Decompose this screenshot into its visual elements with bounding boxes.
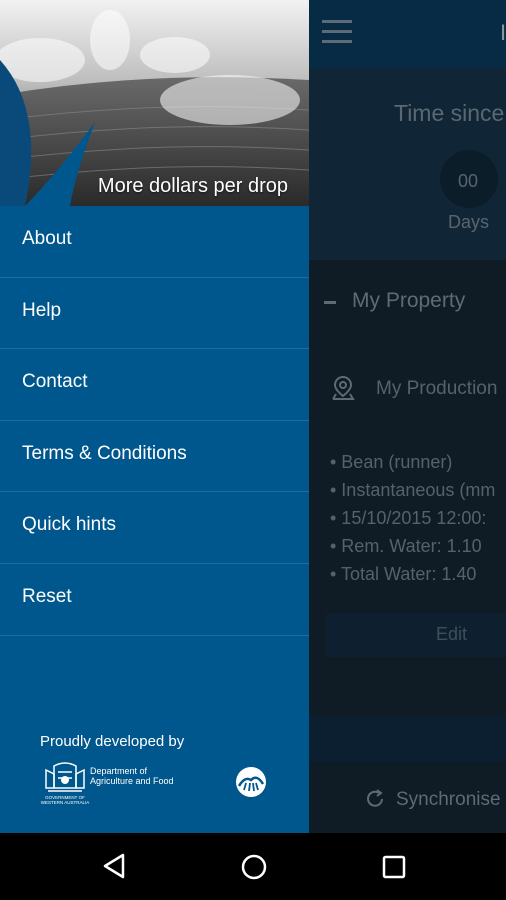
developed-by-text: Proudly developed by [40,733,185,750]
map-pin-icon [332,375,355,400]
production-detail-total-water: • Total Water: 1.40 [330,564,477,584]
menu-item-about[interactable]: About [0,206,309,278]
menu-item-label: Help [22,299,62,321]
home-circle-icon[interactable] [241,854,267,880]
production-detail-date: • 15/10/2015 12:00: [330,508,487,528]
property-section-title: My Property [352,289,466,312]
department-line-1: Department of [90,766,148,776]
department-name: Department of Agriculture and Food [90,766,174,786]
menu-item-label: Reset [22,585,72,607]
navigation-drawer: More dollars per drop About Help Contact… [0,0,309,833]
synchronise-button[interactable]: Synchronise [396,789,501,811]
recents-square-icon[interactable] [382,855,406,879]
menu-item-label: About [22,228,72,249]
menu-item-terms-conditions[interactable]: Terms & Conditions [0,421,309,493]
production-detail-remaining-water: • Rem. Water: 1.10 [330,536,482,556]
government-crest-logo: GOVERNMENT OF WESTERN AUSTRALIA [41,762,90,805]
menu-item-label: Contact [22,371,88,393]
app-bar-title: I [500,20,506,45]
screen: I Time since 00 Days My Property My Prod… [0,0,506,900]
production-detail-method: • Instantaneous (mm [330,480,496,500]
crest-caption-2: WESTERN AUSTRALIA [41,800,90,805]
drawer-menu: About Help Contact Terms & Conditions Qu… [0,206,309,636]
drawer-header-image: More dollars per drop [0,0,309,206]
back-triangle-icon[interactable] [102,853,126,879]
drawer-tagline: More dollars per drop [97,175,288,197]
days-label: Days [448,212,490,232]
menu-item-label: Terms & Conditions [22,442,187,464]
edit-button-label: Edit [436,624,468,644]
hamburger-icon[interactable] [322,20,352,44]
days-value: 00 [458,171,479,191]
refresh-icon[interactable] [364,788,386,810]
menu-item-contact[interactable]: Contact [0,349,309,421]
menu-item-reset[interactable]: Reset [0,564,309,636]
edit-button[interactable] [326,613,506,657]
production-title: My Production [376,378,498,399]
department-line-2: Agriculture and Food [90,776,174,786]
menu-item-label: Quick hints [22,514,116,536]
timer-title: Time since [394,100,505,126]
partner-round-logo [236,767,266,797]
menu-item-quick-hints[interactable]: Quick hints [0,492,309,564]
minus-icon[interactable] [324,301,336,304]
production-detail-crop: • Bean (runner) [330,452,453,472]
menu-item-help[interactable]: Help [0,278,309,350]
